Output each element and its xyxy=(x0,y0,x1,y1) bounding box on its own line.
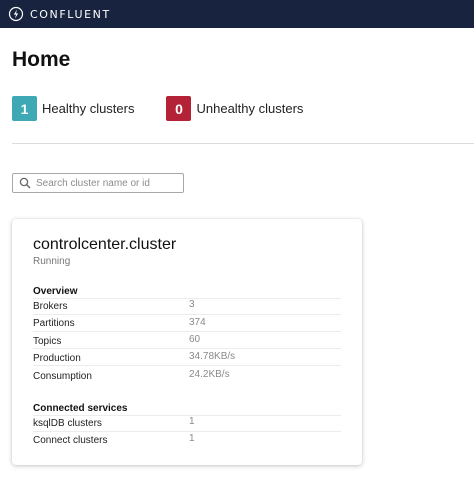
page-title: Home xyxy=(12,48,71,71)
production-label: Production xyxy=(33,353,81,364)
search-icon xyxy=(19,177,31,189)
healthy-clusters-label: Healthy clusters xyxy=(42,101,135,116)
ksqldb-clusters-value: 1 xyxy=(189,416,195,427)
lightning-logo-icon[interactable] xyxy=(8,6,24,22)
unhealthy-count-badge: 0 xyxy=(166,96,192,121)
cluster-status: Running xyxy=(33,256,71,267)
cluster-card[interactable]: controlcenter.cluster Running Overview B… xyxy=(12,219,362,465)
top-navigation-bar: CONFLUENT xyxy=(0,0,474,28)
connected-services-title: Connected services xyxy=(33,403,128,414)
search-input[interactable] xyxy=(36,177,181,189)
cluster-name[interactable]: controlcenter.cluster xyxy=(33,236,176,254)
row-divider xyxy=(33,331,341,332)
topics-label: Topics xyxy=(33,336,62,347)
brokers-value: 3 xyxy=(189,299,195,310)
row-divider xyxy=(33,365,341,366)
partitions-label: Partitions xyxy=(33,318,75,329)
consumption-value: 24.2KB/s xyxy=(189,369,230,380)
connect-clusters-label: Connect clusters xyxy=(33,435,108,446)
row-divider xyxy=(33,348,341,349)
row-divider xyxy=(33,298,341,299)
topics-value: 60 xyxy=(189,334,201,345)
brand-name[interactable]: CONFLUENT xyxy=(30,8,111,21)
ksqldb-clusters-label: ksqlDB clusters xyxy=(33,418,102,429)
consumption-label: Consumption xyxy=(33,371,92,382)
connect-clusters-value: 1 xyxy=(189,433,195,444)
cluster-health-summary: 1 Healthy clusters 0 Unhealthy clusters xyxy=(12,96,303,121)
brokers-label: Brokers xyxy=(33,301,68,312)
divider xyxy=(12,143,474,144)
healthy-clusters-summary[interactable]: 1 Healthy clusters xyxy=(12,96,134,121)
partitions-value: 374 xyxy=(189,317,206,328)
row-divider xyxy=(33,314,341,315)
unhealthy-clusters-label: Unhealthy clusters xyxy=(196,101,304,116)
production-value: 34.78KB/s xyxy=(189,351,236,362)
search-box[interactable] xyxy=(12,173,184,193)
overview-section-title: Overview xyxy=(33,286,78,297)
healthy-count-badge: 1 xyxy=(12,96,37,121)
unhealthy-clusters-summary[interactable]: 0 Unhealthy clusters xyxy=(166,96,303,121)
row-divider xyxy=(33,415,341,416)
row-divider xyxy=(33,431,341,432)
